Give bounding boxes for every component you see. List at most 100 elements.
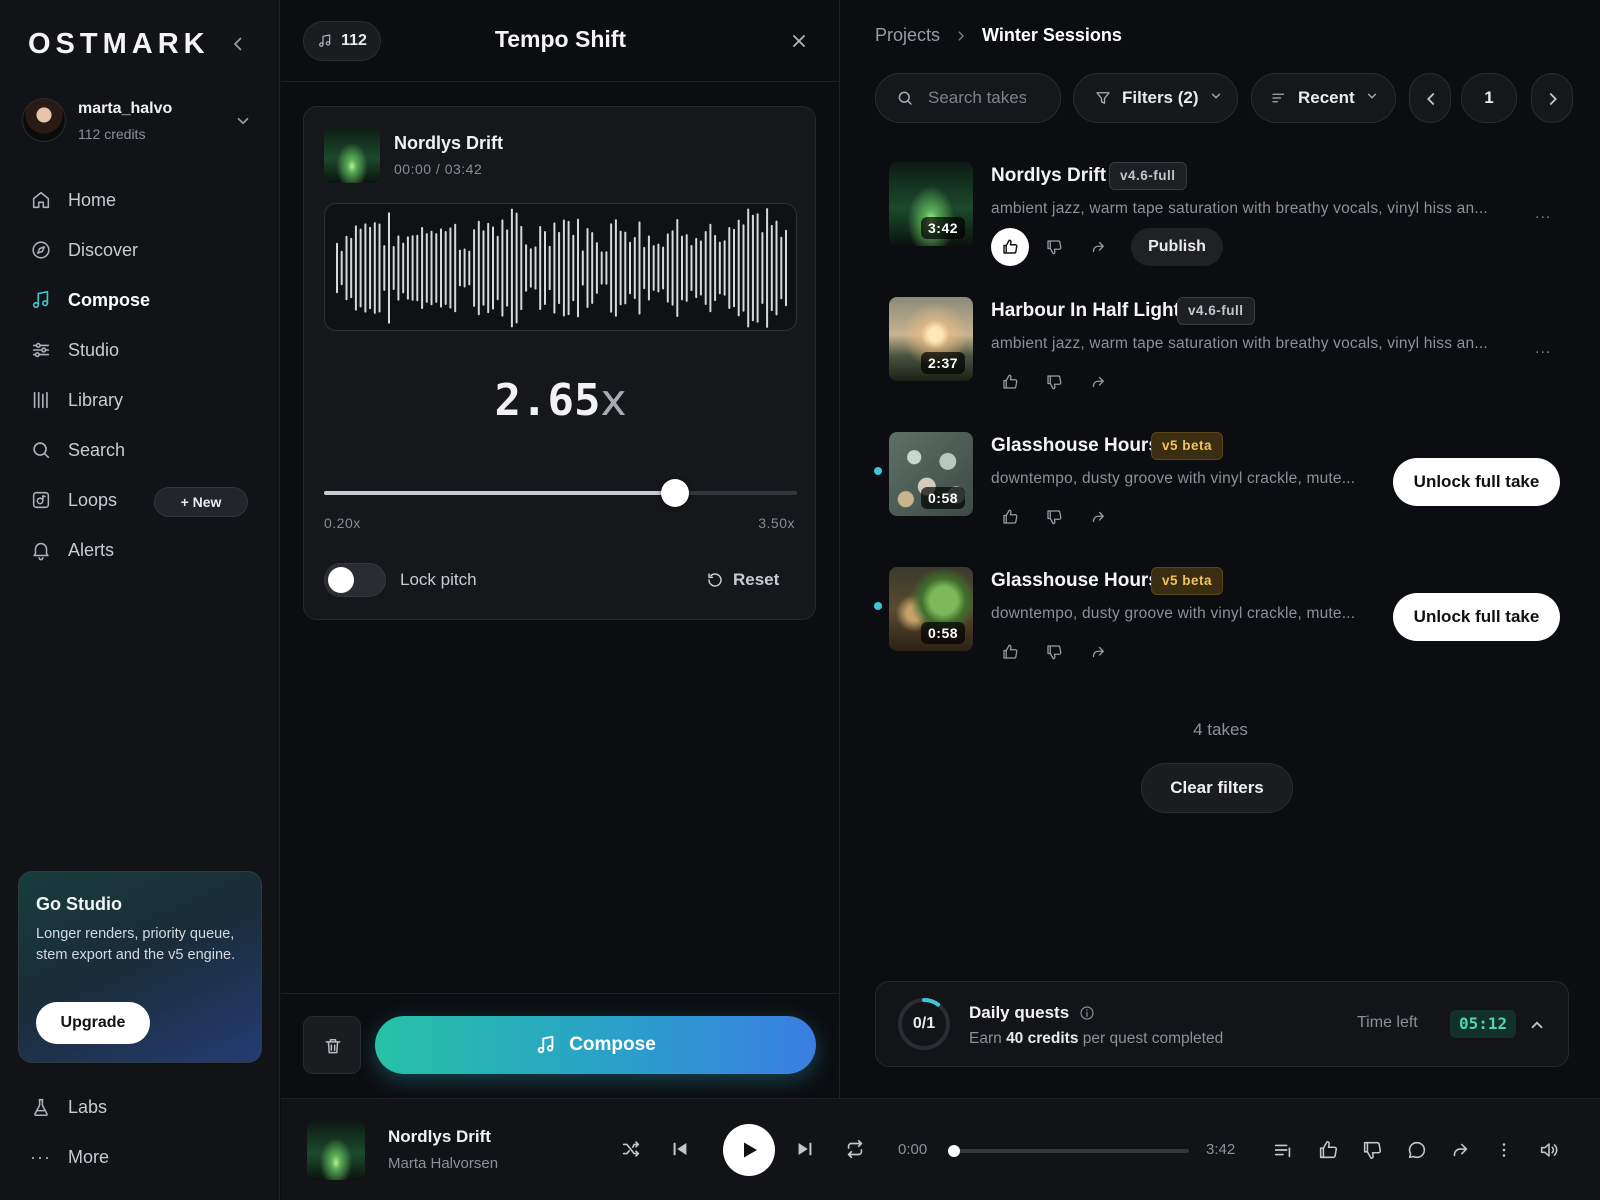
search-box[interactable]	[875, 73, 1061, 123]
thumbs-up-icon[interactable]	[1317, 1139, 1339, 1161]
dislike-button[interactable]	[1035, 363, 1073, 401]
chevron-up-icon[interactable]	[1528, 1016, 1546, 1034]
playback-progress[interactable]	[948, 1145, 1189, 1157]
clear-filters-button[interactable]: Clear filters	[1141, 763, 1293, 813]
sort-label: Recent	[1298, 88, 1355, 107]
take-row[interactable]: 0:58 Glasshouse Hours v5 beta downtempo,…	[841, 425, 1600, 560]
slider-handle[interactable]	[661, 479, 690, 507]
nav-item-studio[interactable]: Studio	[0, 325, 280, 375]
upgrade-button[interactable]: Upgrade	[36, 1002, 150, 1044]
speed-slider[interactable]	[324, 479, 797, 507]
nav-item-compose[interactable]: Compose	[0, 275, 280, 325]
slider-fill	[324, 491, 676, 495]
take-artwork[interactable]: 0:58	[889, 432, 973, 516]
take-title[interactable]: Glasshouse Hours	[991, 435, 1159, 457]
share-button[interactable]	[1079, 228, 1117, 266]
version-badge: v5 beta	[1151, 567, 1224, 595]
share-button[interactable]	[1079, 363, 1117, 401]
now-playing-title[interactable]: Nordlys Drift	[388, 1127, 491, 1147]
dislike-button[interactable]	[1035, 498, 1073, 536]
share-button[interactable]	[1079, 498, 1117, 536]
breadcrumb-parent[interactable]: Projects	[875, 25, 940, 46]
like-button[interactable]	[991, 228, 1029, 266]
queue-icon[interactable]	[1272, 1139, 1294, 1161]
next-page-button[interactable]	[1531, 73, 1573, 123]
lock-pitch-toggle[interactable]	[324, 563, 386, 597]
nav-item-library[interactable]: Library	[0, 375, 280, 425]
take-description: downtempo, dusty groove with vinyl crack…	[991, 605, 1356, 622]
take-title[interactable]: Glasshouse Hours	[991, 570, 1159, 592]
unlock-full-take-button[interactable]: Unlock full take	[1393, 458, 1560, 506]
nav-item-labs[interactable]: Labs	[0, 1082, 280, 1132]
thumbs-down-icon[interactable]	[1361, 1139, 1383, 1161]
progress-handle[interactable]	[948, 1145, 960, 1157]
app-logo[interactable]: OSTMARK	[28, 28, 210, 61]
compose-button[interactable]: Compose	[375, 1016, 816, 1074]
like-button[interactable]	[991, 498, 1029, 536]
take-artwork[interactable]: 3:42	[889, 162, 973, 246]
unlock-full-take-button[interactable]: Unlock full take	[1393, 593, 1560, 641]
prev-page-button[interactable]	[1409, 73, 1451, 123]
share-icon	[1092, 241, 1104, 253]
nav-item-alerts[interactable]: Alerts	[0, 525, 280, 575]
dislike-button[interactable]	[1035, 228, 1073, 266]
take-description: ambient jazz, warm tape saturation with …	[991, 200, 1488, 217]
share-button[interactable]	[1079, 633, 1117, 671]
track-name: Nordlys Drift	[394, 133, 504, 153]
waveform[interactable]	[324, 203, 797, 331]
info-icon[interactable]	[1079, 1005, 1095, 1021]
now-playing-artist[interactable]: Marta Halvorsen	[388, 1155, 498, 1172]
sort-button[interactable]: Recent	[1251, 73, 1396, 123]
delete-button[interactable]	[303, 1016, 361, 1074]
take-actions	[991, 633, 1231, 671]
nav-item-search[interactable]: Search	[0, 425, 280, 475]
library-icon	[30, 389, 52, 411]
share-icon[interactable]	[1449, 1139, 1471, 1161]
next-track-icon[interactable]	[794, 1138, 818, 1162]
bell-icon	[30, 539, 52, 561]
take-title[interactable]: Nordlys Drift	[991, 165, 1106, 187]
take-artwork[interactable]: 0:58	[889, 567, 973, 651]
filters-button[interactable]: Filters (2)	[1073, 73, 1238, 123]
publish-button[interactable]: Publish	[1131, 228, 1223, 266]
shuffle-icon[interactable]	[620, 1138, 644, 1162]
now-playing-artwork[interactable]	[307, 1122, 365, 1180]
repeat-icon[interactable]	[844, 1138, 868, 1162]
more-options-button[interactable]: ...	[1535, 205, 1551, 223]
take-row[interactable]: 0:58 Glasshouse Hours v5 beta downtempo,…	[841, 560, 1600, 695]
take-artwork[interactable]: 2:37	[889, 297, 973, 381]
reset-label: Reset	[733, 570, 780, 589]
dislike-button[interactable]	[1035, 633, 1073, 671]
more-options-button[interactable]: ...	[1535, 340, 1551, 358]
user-menu[interactable]: marta_halvo 112 credits	[20, 96, 260, 148]
time-left-value: 05:12	[1450, 1010, 1517, 1038]
nav-item-discover[interactable]: Discover	[0, 225, 280, 275]
nav-item-home[interactable]: Home	[0, 175, 280, 225]
take-row[interactable]: 2:37 Harbour In Half Light v4.6-full amb…	[841, 290, 1600, 425]
previous-track-icon[interactable]	[669, 1138, 693, 1162]
nav-item-more[interactable]: ··· More	[0, 1132, 280, 1182]
take-duration: 0:58	[921, 487, 966, 509]
version-badge: v4.6-full	[1109, 162, 1187, 190]
unplayed-indicator	[874, 467, 882, 475]
volume-icon[interactable]	[1538, 1139, 1560, 1161]
new-badge[interactable]: + New	[154, 487, 248, 517]
thumbs-up-icon	[1003, 509, 1018, 524]
like-button[interactable]	[991, 363, 1029, 401]
search-input[interactable]	[928, 88, 1026, 108]
quests-title: Daily quests	[969, 1003, 1095, 1023]
more-vertical-icon[interactable]	[1493, 1139, 1515, 1161]
version-badge: v4.6-full	[1177, 297, 1255, 325]
comment-icon[interactable]	[1406, 1139, 1428, 1161]
like-button[interactable]	[991, 633, 1029, 671]
reset-button[interactable]: Reset	[706, 568, 779, 592]
daily-quests-card[interactable]: 0/1 Daily quests Earn 40 credits per que…	[875, 981, 1569, 1067]
take-title[interactable]: Harbour In Half Light	[991, 300, 1180, 322]
nav-item-loops[interactable]: Loops + New	[0, 475, 280, 525]
take-row[interactable]: 3:42 Nordlys Drift v4.6-full ambient jaz…	[841, 155, 1600, 290]
breadcrumb-current: Winter Sessions	[982, 25, 1122, 45]
play-button[interactable]	[723, 1124, 775, 1176]
page-number[interactable]: 1	[1461, 73, 1517, 123]
close-icon[interactable]	[789, 31, 809, 51]
collapse-sidebar-icon[interactable]	[228, 34, 248, 54]
